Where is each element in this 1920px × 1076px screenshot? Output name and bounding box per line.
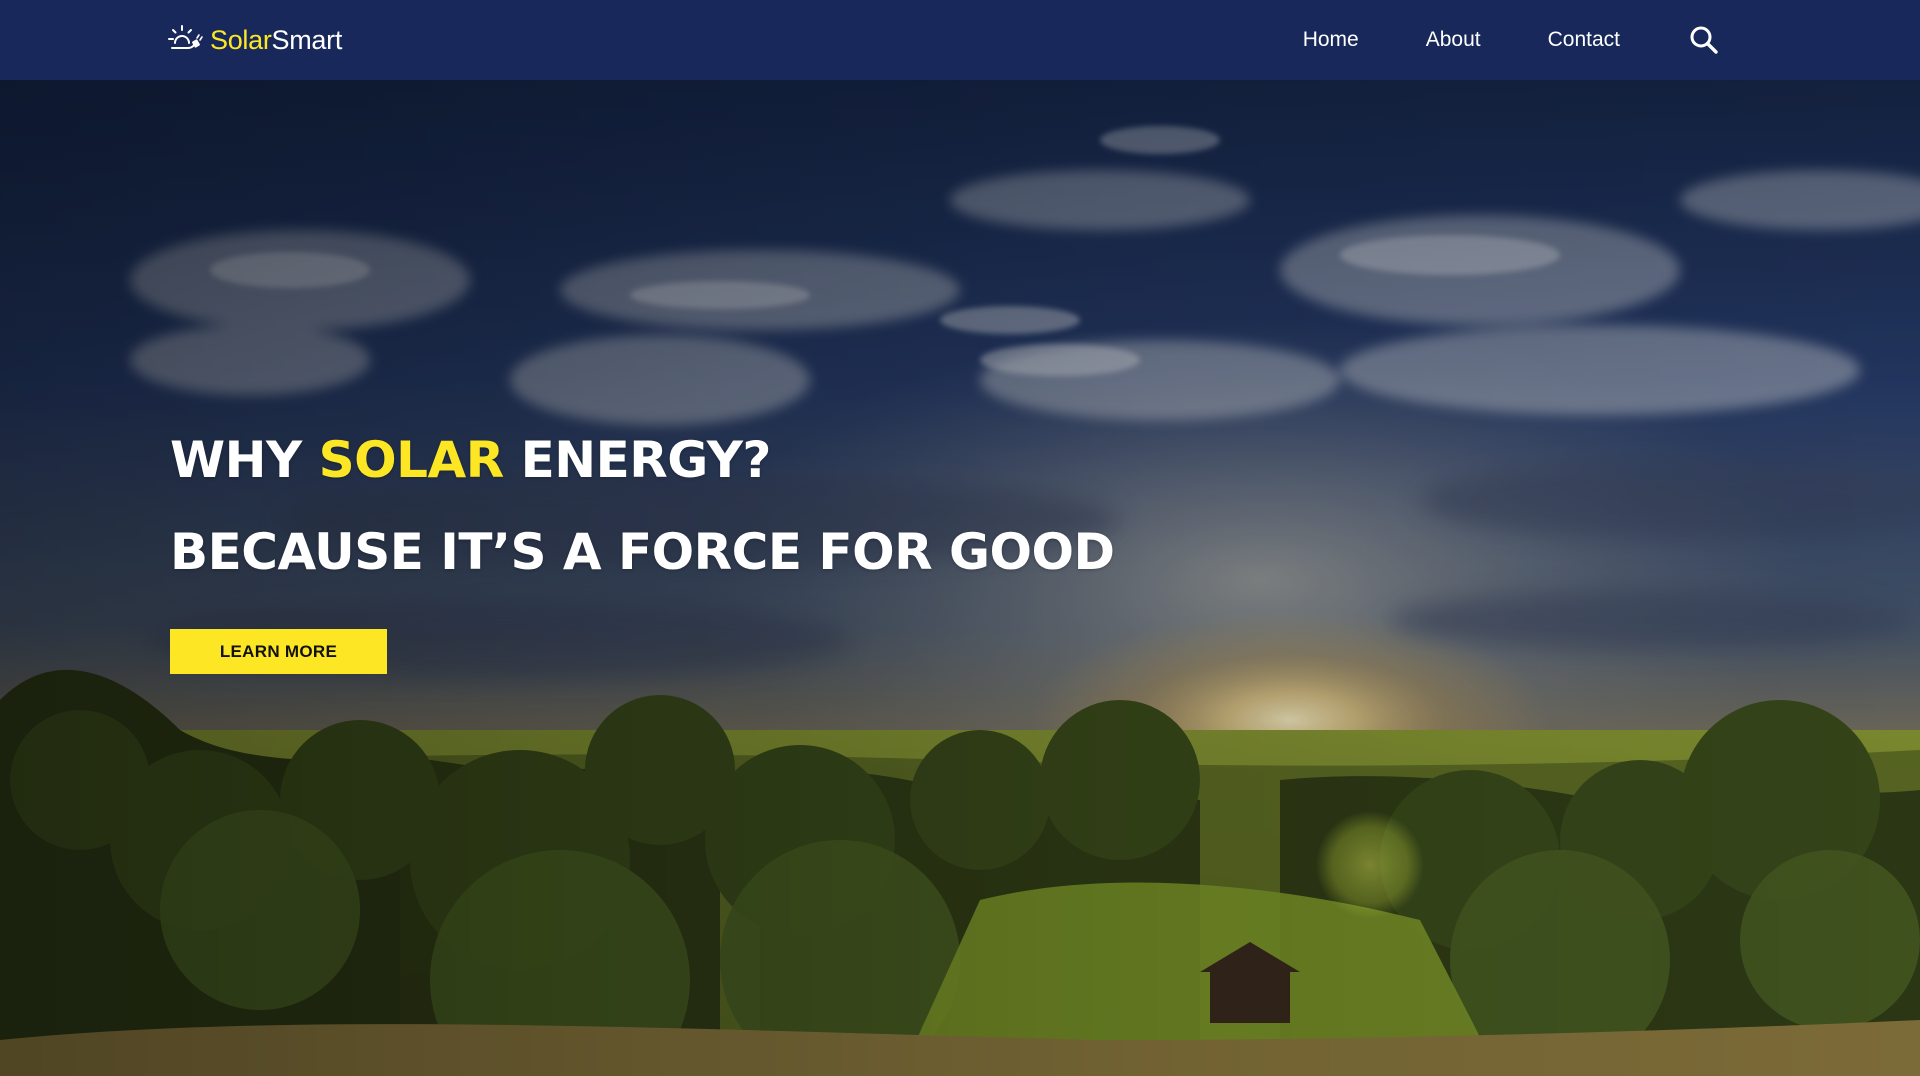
hero-content: WHY SOLAR ENERGY? BECAUSE IT’S A FORCE F… [170, 430, 1115, 674]
sun-plug-icon [168, 25, 203, 49]
hero-section: WHY SOLAR ENERGY? BECAUSE IT’S A FORCE F… [0, 80, 1920, 1076]
learn-more-button[interactable]: LEARN MORE [170, 629, 387, 674]
search-icon [1690, 26, 1718, 54]
logo-text-solar: Solar [210, 25, 272, 55]
logo-text: SolarSmart [210, 22, 342, 58]
hero-headline: WHY SOLAR ENERGY? [170, 430, 1115, 490]
main-nav: Home About Contact [1303, 0, 1720, 80]
logo[interactable]: SolarSmart [168, 22, 342, 58]
nav-link-about[interactable]: About [1426, 0, 1481, 80]
site-header: SolarSmart Home About Contact [0, 0, 1920, 80]
hero-headline-post: ENERGY? [503, 431, 772, 489]
nav-link-contact[interactable]: Contact [1548, 0, 1620, 80]
hero-subheadline: BECAUSE IT’S A FORCE FOR GOOD [170, 523, 1115, 581]
hero-headline-pre: WHY [170, 431, 319, 489]
logo-text-smart: Smart [271, 25, 343, 55]
search-button[interactable] [1688, 24, 1720, 56]
nav-link-home[interactable]: Home [1303, 0, 1359, 80]
hero-headline-highlight: SOLAR [318, 431, 505, 489]
